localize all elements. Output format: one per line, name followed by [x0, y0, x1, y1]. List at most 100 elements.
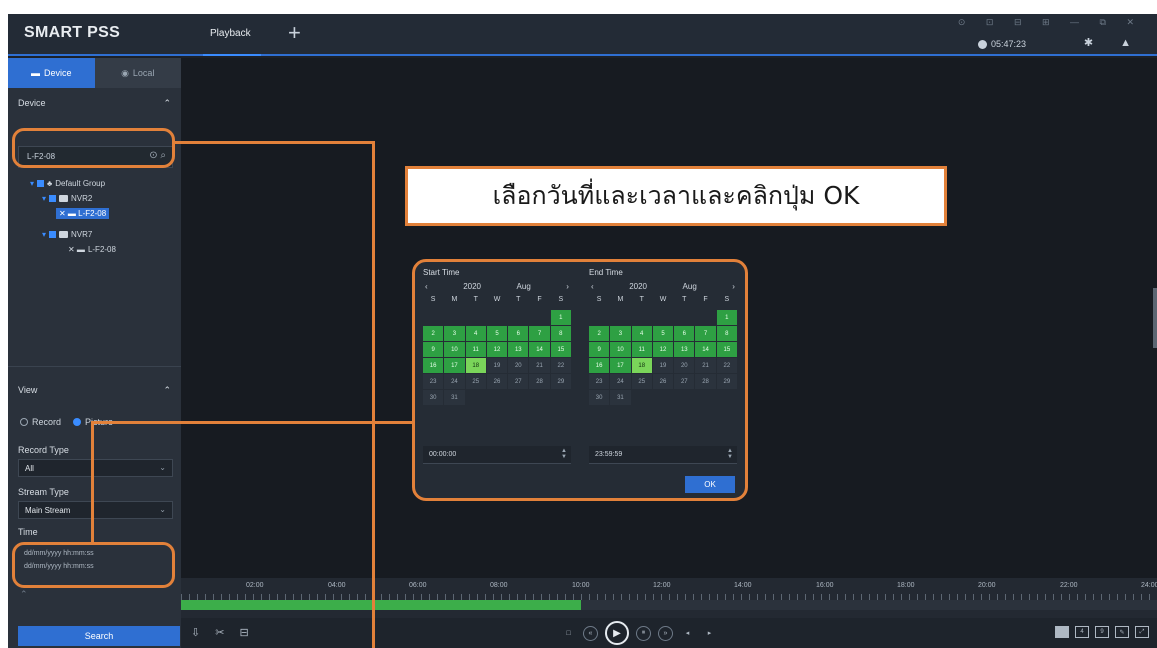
record-type-select[interactable]: All ⌄	[18, 459, 173, 477]
start-day-2[interactable]: 2	[423, 326, 444, 341]
tree-item-channel[interactable]: ✕ ▬ L-F2-08	[8, 242, 181, 257]
tree-item-default-group[interactable]: ▾ ♣ Default Group	[8, 176, 181, 191]
start-day-1[interactable]: 1	[550, 310, 571, 325]
start-day-5[interactable]: 5	[486, 326, 508, 341]
start-day-21[interactable]: 21	[529, 358, 550, 373]
step-button[interactable]: ⏸	[636, 625, 651, 641]
end-day-18[interactable]: 18	[631, 358, 652, 373]
prev-year-button[interactable]: ‹	[591, 282, 594, 296]
start-day-20[interactable]: 20	[508, 358, 529, 373]
start-day-26[interactable]: 26	[486, 374, 508, 389]
scrollbar[interactable]	[1153, 288, 1157, 348]
start-day-19[interactable]: 19	[486, 358, 508, 373]
start-day-23[interactable]: 23	[423, 374, 444, 389]
start-day-3[interactable]: 3	[444, 326, 465, 341]
tree-item-nvr2[interactable]: ▾ NVR2	[8, 191, 181, 206]
start-day-14[interactable]: 14	[529, 342, 550, 357]
start-day-17[interactable]: 17	[444, 358, 465, 373]
end-day-12[interactable]: 12	[652, 342, 674, 357]
ok-button[interactable]: OK	[685, 476, 735, 493]
start-day-18[interactable]: 18	[465, 358, 486, 373]
end-day-10[interactable]: 10	[610, 342, 631, 357]
start-day-15[interactable]: 15	[550, 342, 571, 357]
start-time-input[interactable]: 00:00:00 ▲ ▼	[423, 446, 571, 464]
tree-item-nvr7[interactable]: ▾ NVR7	[8, 227, 181, 242]
start-day-9[interactable]: 9	[423, 342, 444, 357]
toolbar-left-icons[interactable]: ⇩ ✂ ⊟	[191, 626, 255, 639]
end-day-14[interactable]: 14	[695, 342, 716, 357]
end-month[interactable]: Aug	[683, 282, 697, 296]
slow-button[interactable]: ◂	[680, 626, 695, 641]
end-day-24[interactable]: 24	[610, 374, 631, 389]
end-day-23[interactable]: 23	[589, 374, 610, 389]
checkbox-icon[interactable]	[49, 195, 57, 202]
end-day-15[interactable]: 15	[716, 342, 737, 357]
tab-device[interactable]: ▬ Device	[8, 58, 95, 88]
end-year[interactable]: 2020	[629, 282, 647, 296]
next-month-button[interactable]: ›	[566, 282, 569, 296]
play-button[interactable]: ▶	[605, 621, 629, 645]
start-day-16[interactable]: 16	[423, 358, 444, 373]
layout-custom-button[interactable]: ✎	[1115, 626, 1129, 638]
end-time-input[interactable]: 23:59:59 ▲ ▼	[589, 446, 737, 464]
start-day-12[interactable]: 12	[486, 342, 508, 357]
start-day-7[interactable]: 7	[529, 326, 550, 341]
next-month-button[interactable]: ›	[732, 282, 735, 296]
end-day-3[interactable]: 3	[610, 326, 631, 341]
stop-button[interactable]: □	[561, 626, 576, 641]
spinner-icon[interactable]: ▲ ▼	[727, 448, 733, 460]
tree-item-channel-selected[interactable]: ✕ ▬ L-F2-08	[8, 206, 181, 221]
end-day-27[interactable]: 27	[674, 374, 695, 389]
start-month[interactable]: Aug	[517, 282, 531, 296]
end-day-26[interactable]: 26	[652, 374, 674, 389]
prev-year-button[interactable]: ‹	[425, 282, 428, 296]
start-day-27[interactable]: 27	[508, 374, 529, 389]
end-day-29[interactable]: 29	[716, 374, 737, 389]
end-day-17[interactable]: 17	[610, 358, 631, 373]
spinner-icon[interactable]: ▲ ▼	[561, 448, 567, 460]
header-icons[interactable]: ✱ ▲	[1084, 36, 1143, 49]
start-day-28[interactable]: 28	[529, 374, 550, 389]
end-day-16[interactable]: 16	[589, 358, 610, 373]
end-day-6[interactable]: 6	[674, 326, 695, 341]
end-day-19[interactable]: 19	[652, 358, 674, 373]
start-day-11[interactable]: 11	[465, 342, 486, 357]
end-day-22[interactable]: 22	[716, 358, 737, 373]
layout-4-button[interactable]: 4	[1075, 626, 1089, 638]
checkbox-icon[interactable]	[49, 231, 57, 238]
start-day-13[interactable]: 13	[508, 342, 529, 357]
end-day-25[interactable]: 25	[631, 374, 652, 389]
radio-record[interactable]: Record	[20, 417, 61, 427]
end-day-4[interactable]: 4	[631, 326, 652, 341]
window-controls[interactable]: ⊙ ⊡ ⊟ ⊞ — ⧉ ✕	[958, 17, 1143, 28]
device-section-header[interactable]: Device ⌃	[8, 92, 181, 116]
end-day-7[interactable]: 7	[695, 326, 716, 341]
search-button[interactable]: Search	[18, 626, 180, 646]
start-day-8[interactable]: 8	[550, 326, 571, 341]
view-section-header[interactable]: View ⌃	[8, 379, 181, 403]
start-day-24[interactable]: 24	[444, 374, 465, 389]
end-day-2[interactable]: 2	[589, 326, 610, 341]
stream-type-select[interactable]: Main Stream ⌄	[18, 501, 173, 519]
end-day-30[interactable]: 30	[589, 390, 610, 405]
end-day-31[interactable]: 31	[610, 390, 631, 405]
rewind-button[interactable]: «	[583, 625, 598, 641]
start-year[interactable]: 2020	[463, 282, 481, 296]
end-day-13[interactable]: 13	[674, 342, 695, 357]
checkbox-icon[interactable]	[37, 180, 45, 187]
timeline-track[interactable]	[181, 600, 1157, 610]
timeline[interactable]: 02:00 04:00 06:00 08:00 10:00 12:00 14:00 16:00…	[181, 578, 1157, 618]
end-day-28[interactable]: 28	[695, 374, 716, 389]
start-day-30[interactable]: 30	[423, 390, 444, 405]
fast-button[interactable]: ▸	[702, 626, 717, 641]
end-day-21[interactable]: 21	[695, 358, 716, 373]
end-day-5[interactable]: 5	[652, 326, 674, 341]
layout-9-button[interactable]: 9	[1095, 626, 1109, 638]
end-day-9[interactable]: 9	[589, 342, 610, 357]
start-day-31[interactable]: 31	[444, 390, 465, 405]
fullscreen-button[interactable]: ⤢	[1135, 626, 1149, 638]
end-day-1[interactable]: 1	[716, 310, 737, 325]
add-tab-button[interactable]: +	[288, 20, 301, 46]
end-day-20[interactable]: 20	[674, 358, 695, 373]
layout-1-button[interactable]	[1055, 626, 1069, 638]
